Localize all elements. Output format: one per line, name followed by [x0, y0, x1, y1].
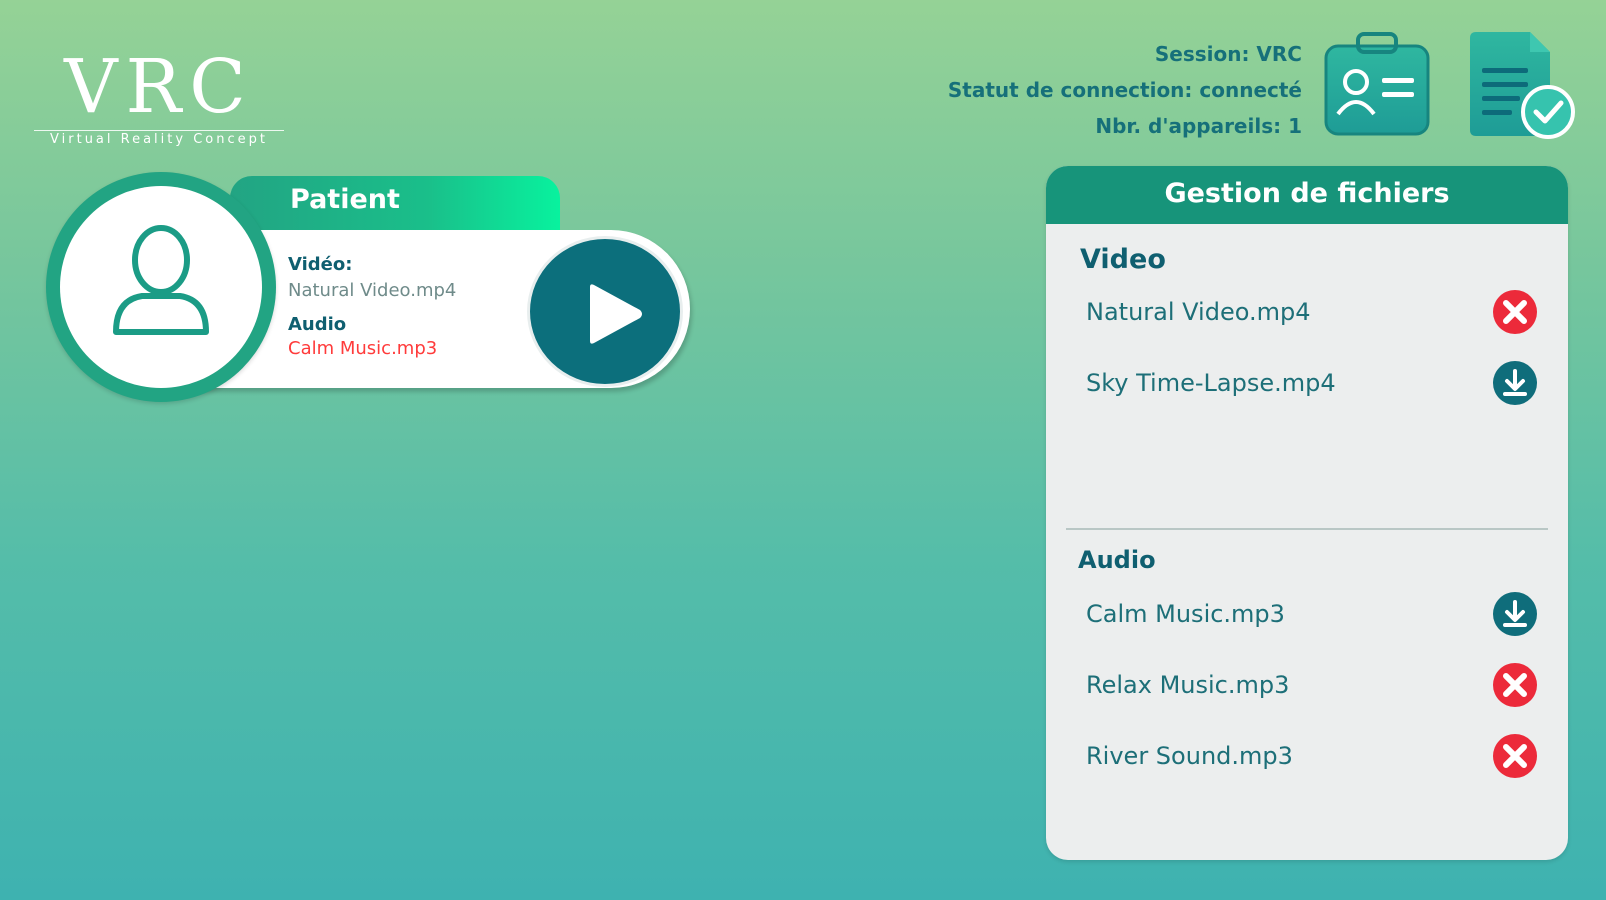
audio-label: Audio	[288, 314, 347, 335]
download-button[interactable]	[1492, 591, 1538, 637]
download-icon	[1493, 361, 1537, 405]
device-count-text: Nbr. d'appareils: 1	[1095, 114, 1302, 138]
vrc-logo: VRC Virtual Reality Concept	[34, 46, 284, 150]
file-name: River Sound.mp3	[1086, 742, 1293, 770]
file-manager-panel: Gestion de fichiers Video Natural Video.…	[1046, 166, 1568, 860]
connection-status: Session: VRC Statut de connection: conne…	[948, 36, 1302, 144]
file-manager-title: Gestion de fichiers	[1046, 166, 1568, 224]
file-name: Sky Time-Lapse.mp4	[1086, 369, 1336, 397]
id-card-icon[interactable]	[1322, 28, 1432, 140]
connection-status-text: Statut de connection: connecté	[947, 78, 1302, 102]
video-file-item[interactable]: Sky Time-Lapse.mp4	[1086, 359, 1538, 407]
download-icon	[1493, 592, 1537, 636]
video-file-item[interactable]: Natural Video.mp4	[1086, 288, 1538, 336]
logo-tagline: Virtual Reality Concept	[50, 132, 268, 147]
user-icon	[113, 225, 209, 335]
audio-file-item[interactable]: River Sound.mp3	[1086, 732, 1538, 780]
document-check-icon[interactable]	[1466, 28, 1576, 140]
patient-tab-label: Patient	[290, 184, 400, 215]
file-name: Natural Video.mp4	[1086, 298, 1311, 326]
play-button[interactable]	[527, 236, 683, 387]
section-divider	[1066, 528, 1548, 530]
delete-button[interactable]	[1492, 289, 1538, 335]
video-label: Vidéo:	[288, 254, 353, 275]
video-value: Natural Video.mp4	[288, 280, 457, 301]
close-icon	[1493, 663, 1537, 707]
logo-letters: VRC	[64, 44, 254, 130]
session-text: Session: VRC	[1154, 42, 1302, 66]
file-name: Relax Music.mp3	[1086, 671, 1290, 699]
audio-section-title: Audio	[1078, 546, 1156, 574]
file-name: Calm Music.mp3	[1086, 600, 1285, 628]
video-section-title: Video	[1080, 244, 1166, 275]
close-icon	[1493, 290, 1537, 334]
download-button[interactable]	[1492, 360, 1538, 406]
close-icon	[1493, 734, 1537, 778]
delete-button[interactable]	[1492, 733, 1538, 779]
logo-divider	[34, 130, 284, 131]
audio-file-item[interactable]: Relax Music.mp3	[1086, 661, 1538, 709]
audio-file-item[interactable]: Calm Music.mp3	[1086, 590, 1538, 638]
play-icon	[590, 284, 642, 344]
audio-value: Calm Music.mp3	[288, 338, 438, 359]
delete-button[interactable]	[1492, 662, 1538, 708]
